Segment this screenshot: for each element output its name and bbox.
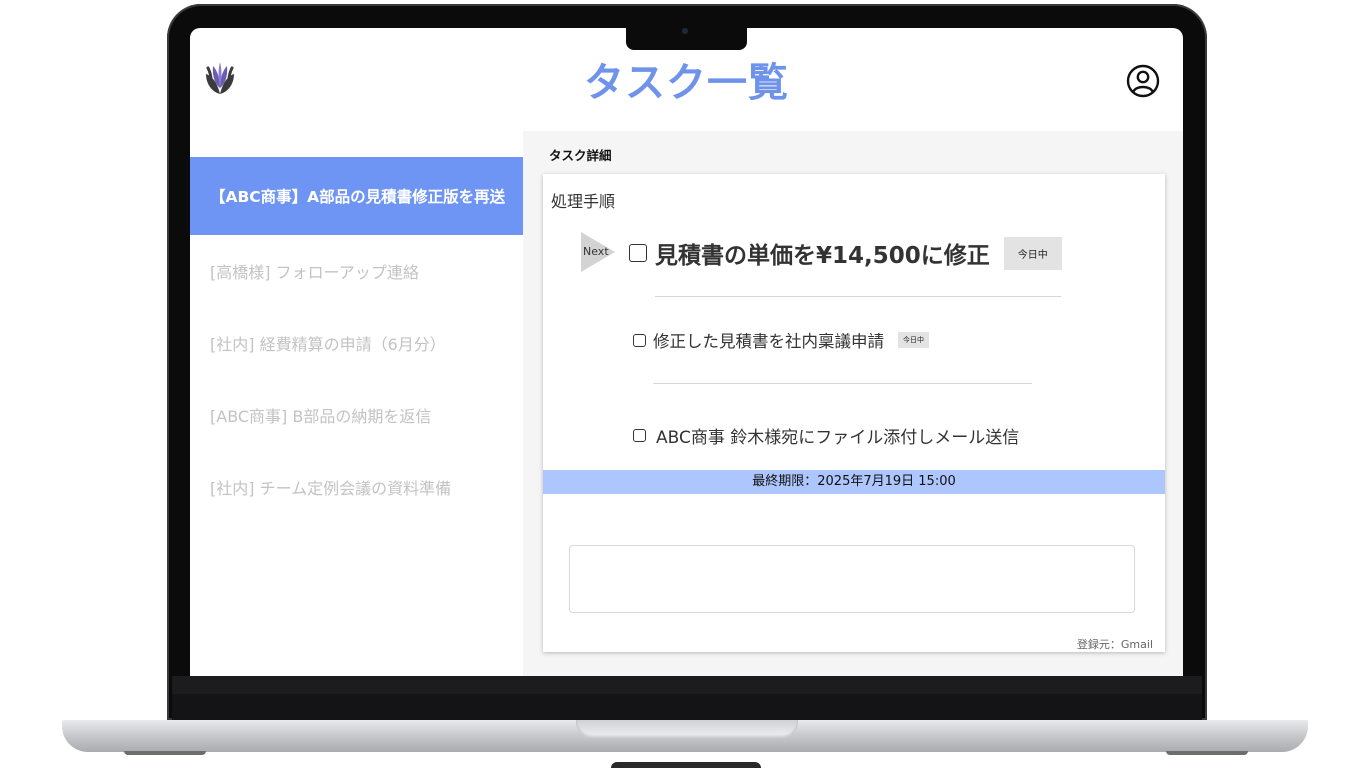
step-item-3: ABC商事 鈴木様宛にファイル添付しメール送信 xyxy=(633,423,1019,448)
laptop-base-lip xyxy=(576,720,798,738)
laptop-stand xyxy=(611,762,761,768)
next-label: Next xyxy=(583,245,609,258)
due-today-badge: 今日中 xyxy=(898,332,929,348)
sidebar-item-takahashi-followup[interactable]: [高橋様] フォローアップ連絡 xyxy=(190,235,523,307)
step-item-1: 見積書の単価を¥14,500に修正 今日中 xyxy=(629,236,1062,270)
task-sidebar: 【ABC商事】A部品の見積書修正版を再送 [高橋様] フォローアップ連絡 [社内… xyxy=(190,157,523,523)
detail-heading: タスク詳細 xyxy=(549,148,612,163)
sidebar-item-label: [ABC商事] B部品の納期を返信 xyxy=(210,407,432,426)
laptop-foot-right xyxy=(1166,751,1248,755)
sidebar-item-expense-claim[interactable]: [社内] 経費精算の申請（6月分） xyxy=(190,307,523,379)
step-divider xyxy=(653,383,1032,384)
due-today-badge: 今日中 xyxy=(1003,236,1062,270)
sidebar-item-label: [高橋様] フォローアップ連絡 xyxy=(210,263,419,282)
sidebar-item-label: [社内] 経費精算の申請（6月分） xyxy=(210,335,446,354)
user-profile-icon[interactable] xyxy=(1126,64,1160,98)
memo-input[interactable] xyxy=(569,545,1135,613)
page-title: タスク一覧 xyxy=(584,60,789,106)
step-text-2: 修正した見積書を社内稟議申請 xyxy=(653,332,884,351)
leaf-logo-icon[interactable] xyxy=(200,58,240,98)
sidebar-item-abc-quote-resend[interactable]: 【ABC商事】A部品の見積書修正版を再送 xyxy=(190,157,523,235)
camera-icon xyxy=(682,28,688,34)
step-text-1: 見積書の単価を¥14,500に修正 xyxy=(655,243,990,269)
sidebar-item-label: 【ABC商事】A部品の見積書修正版を再送 xyxy=(210,188,506,206)
step-checkbox-2[interactable] xyxy=(633,333,646,347)
sidebar-item-abc-delivery-reply[interactable]: [ABC商事] B部品の納期を返信 xyxy=(190,379,523,451)
step-item-2: 修正した見積書を社内稟議申請 今日中 xyxy=(633,328,929,352)
step-checkbox-1[interactable] xyxy=(629,244,647,262)
procedure-heading: 処理手順 xyxy=(551,192,616,211)
sidebar-item-team-meeting-prep[interactable]: [社内] チーム定例会議の資料準備 xyxy=(190,451,523,523)
laptop-foot-left xyxy=(124,751,206,755)
task-detail-card: 処理手順 Next 見積書の単価を¥14,500に修正 今日中 修正した見積書を… xyxy=(543,174,1165,652)
laptop-hinge xyxy=(172,694,1202,720)
sidebar-item-label: [社内] チーム定例会議の資料準備 xyxy=(210,479,452,498)
source-label: 登録元：Gmail xyxy=(1076,638,1153,651)
step-divider xyxy=(655,296,1061,297)
task-detail-panel: タスク詳細 処理手順 Next 見積書の単価を¥14,500に修正 今日中 修正… xyxy=(523,131,1183,676)
step-text-3: ABC商事 鈴木様宛にファイル添付しメール送信 xyxy=(656,428,1020,448)
step-checkbox-3[interactable] xyxy=(633,429,646,442)
app-screen: タスク一覧 【ABC商事】A部品の見積書修正版を再送 [高橋様] フォローアップ… xyxy=(190,28,1183,676)
deadline-bar: 最終期限：2025年7月19日 15:00 xyxy=(543,470,1165,494)
